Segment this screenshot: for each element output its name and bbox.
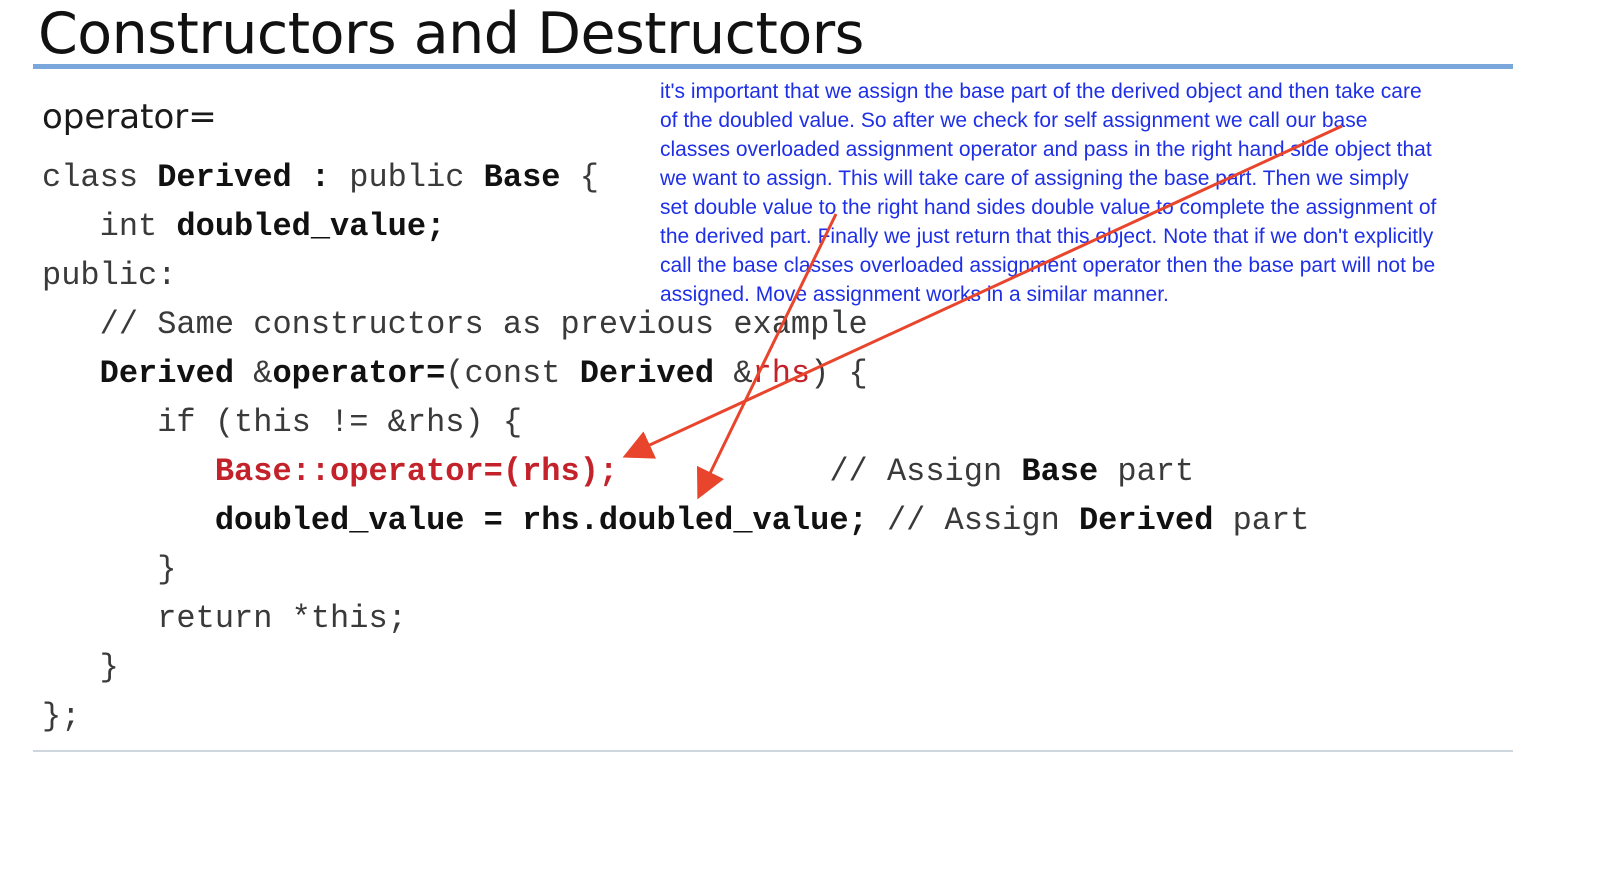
code-line-return: return *this; (42, 600, 407, 637)
annotation-line: we want to assign. This will take care o… (660, 167, 1409, 190)
code-line-operator-signature: Derived &operator=(const Derived &rhs) { (42, 354, 868, 394)
code-line-comment: // Same constructors as previous example (42, 306, 868, 343)
annotation-text: it's important that we assign the base p… (660, 77, 1560, 309)
section-heading: operator= (42, 97, 217, 137)
code-token: & (714, 355, 753, 392)
code-token-base: Base (1021, 453, 1099, 490)
code-line-close-if: } (42, 551, 177, 588)
code-line-member: int doubled_value; (42, 207, 446, 247)
code-token-doubled-value: doubled_value (176, 208, 427, 245)
code-block: class Derived : public Base { int double… (0, 0, 1309, 888)
code-token-base-call: Base::operator=(rhs); (214, 453, 619, 490)
code-line-class-decl: class Derived : public Base { (42, 158, 599, 198)
code-token-base: Base (483, 159, 561, 196)
code-token-derived: Derived (157, 159, 292, 196)
code-token-derived: Derived (1078, 502, 1214, 539)
code-token: ; (426, 208, 446, 245)
code-token-doubled-assign: doubled_value = rhs.doubled_value; (214, 502, 868, 539)
code-token-derived: Derived (579, 355, 715, 392)
code-line-self-check: if (this != &rhs) { (42, 404, 523, 441)
annotation-line: of the doubled value. So after we check … (660, 109, 1368, 132)
annotation-line: assigned. Move assignment works in a sim… (660, 283, 1169, 306)
code-line-close-class: }; (42, 698, 81, 735)
code-line-derived-assign: doubled_value = rhs.doubled_value; // As… (42, 501, 1310, 541)
code-token: & (234, 355, 273, 392)
annotation-line: set double value to the right hand sides… (660, 196, 1437, 219)
bottom-divider (33, 750, 1513, 752)
code-line-base-assign: Base::operator=(rhs); // Assign Base par… (42, 452, 1194, 492)
code-token-rhs: rhs (752, 355, 811, 392)
annotation-line: it's important that we assign the base p… (660, 80, 1422, 103)
annotation-line: the derived part. Finally we just return… (660, 225, 1434, 248)
code-token-operator: operator= (272, 355, 446, 392)
code-token-derived: Derived (99, 355, 235, 392)
code-token-colon: : (291, 159, 331, 196)
annotation-line: classes overloaded assignment operator a… (660, 138, 1432, 161)
code-token: ) { (810, 355, 868, 392)
code-line-close-fn: } (42, 649, 119, 686)
title-divider (33, 64, 1513, 69)
code-token: class (42, 159, 158, 196)
code-token-public: public (330, 159, 484, 196)
annotation-line: call the base classes overloaded assignm… (660, 254, 1436, 277)
code-token-comment: // Assign (867, 502, 1079, 539)
code-token: part (1213, 502, 1310, 539)
code-token: int (42, 208, 177, 245)
code-token: (const (445, 355, 580, 392)
code-token: { (560, 159, 599, 196)
code-token: part (1098, 453, 1195, 490)
code-line-public: public: (42, 257, 177, 294)
code-token-comment: // Assign (618, 453, 1022, 490)
slide-title: Constructors and Destructors (38, 1, 864, 67)
